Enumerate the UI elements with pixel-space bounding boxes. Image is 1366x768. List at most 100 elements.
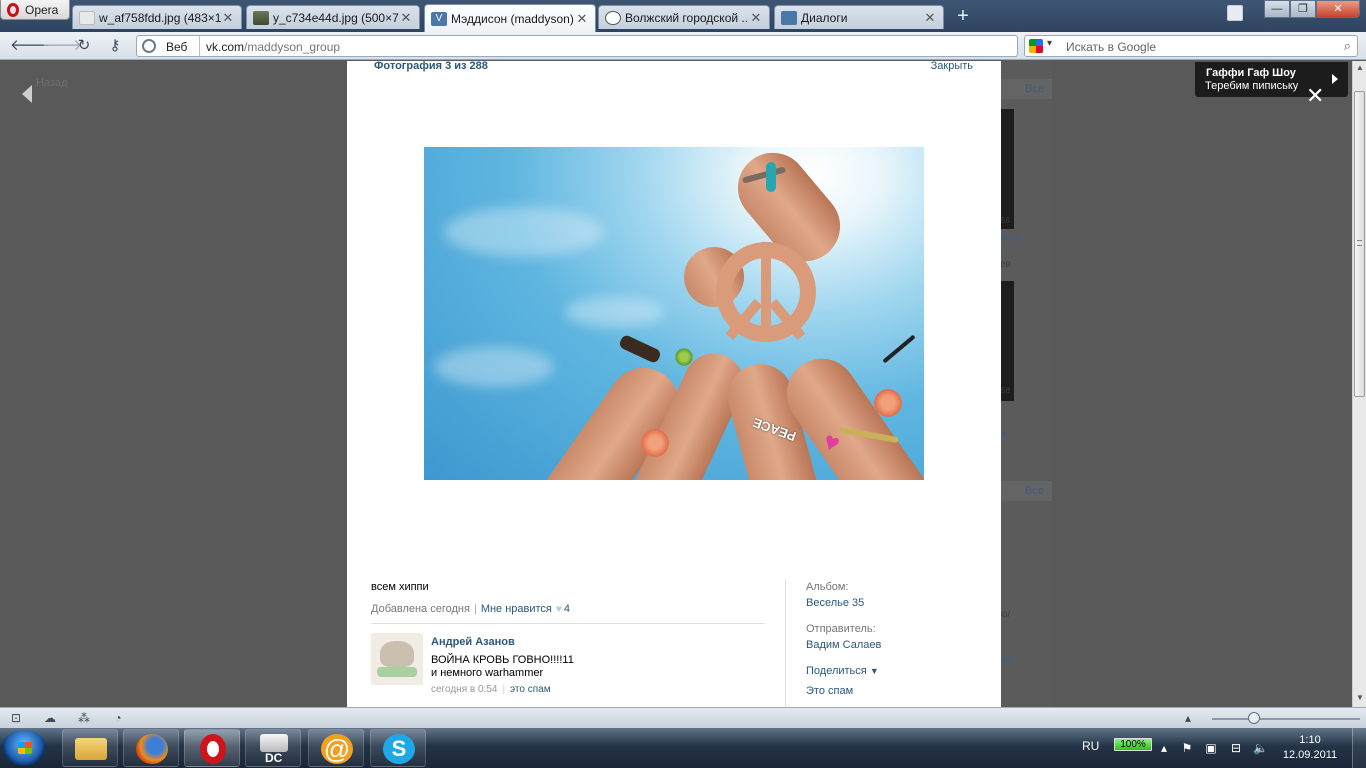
tab-close-icon[interactable]: ✕ [575, 11, 589, 27]
back-chevron-icon[interactable] [22, 85, 32, 103]
back-label[interactable]: Назад [36, 77, 68, 89]
close-window-button[interactable]: ✕ [1316, 0, 1360, 18]
search-field[interactable]: ▾ Искать в Google ⌕ [1024, 35, 1358, 57]
taskbar-skype[interactable]: S [370, 729, 426, 767]
tab-maddyson[interactable]: V Мэддисон (maddyson)... ✕ [424, 4, 596, 32]
zoom-slider[interactable] [1212, 718, 1360, 720]
tab-volzhsky[interactable]: Волжский городской ... ✕ [598, 5, 770, 29]
all-link-2[interactable]: Все [1025, 485, 1044, 497]
clock[interactable]: 1:10 12.09.2011 [1275, 733, 1345, 763]
vk-chat-icon [781, 10, 797, 25]
avatar[interactable] [371, 633, 423, 685]
unite-icon[interactable]: ⁂ [76, 711, 92, 725]
like-button[interactable]: Мне нравится [481, 603, 552, 615]
page-viewport: Назад Все 56 ence ] ев 58 й Все ю/ ий Фо… [0, 61, 1352, 707]
dc-hub-icon [260, 734, 288, 752]
background-snippet: 56 [1001, 216, 1010, 225]
turbo-icon[interactable]: ◔ [110, 711, 126, 725]
close-viewer-link[interactable]: Закрыть [931, 61, 973, 72]
action-center-flag-icon[interactable]: ⚑ [1180, 741, 1194, 755]
show-desktop-button[interactable] [1352, 728, 1366, 768]
report-spam-link[interactable]: это спам [510, 684, 551, 695]
background-sidebar: Все 56 ence ] ев 58 й Все ю/ ий [1000, 61, 1052, 707]
tab-close-icon[interactable]: ✕ [399, 10, 413, 26]
comment-line: и немного warhammer [431, 667, 544, 679]
scrollbar-thumb[interactable] [1354, 91, 1365, 397]
report-spam-link[interactable]: Это спам [806, 685, 976, 697]
meta-separator: | [473, 603, 477, 615]
address-field[interactable]: Веб vk.com/maddyson_group [136, 35, 1018, 57]
maximize-button[interactable]: ❐ [1290, 0, 1316, 18]
minimize-button[interactable]: — [1264, 0, 1290, 18]
notification-title: Гаффи Гаф Шоу [1206, 67, 1296, 79]
taskbar-explorer[interactable] [62, 729, 118, 767]
all-link-1[interactable]: Все [1025, 83, 1044, 95]
tab-image-2[interactable]: y_c734e44d.jpg (500×7... ✕ [246, 5, 420, 29]
search-placeholder: Искать в Google [1066, 40, 1157, 54]
bracelet-charm-shape [766, 162, 776, 192]
tab-close-icon[interactable]: ✕ [923, 10, 937, 26]
photo-viewer: Фотография 3 из 288 Закрыть PEACE ♥ всем… [347, 61, 1001, 707]
forward-arrow-icon[interactable]: 🡒 [42, 37, 82, 55]
tab-close-icon[interactable]: ✕ [221, 10, 235, 26]
network-icon[interactable]: ⊟ [1229, 741, 1243, 755]
taskbar-mail-agent[interactable]: @ [308, 729, 364, 767]
background-snippet: ence [1000, 233, 1022, 244]
view-up-icon[interactable]: ▴ [1180, 711, 1196, 725]
scroll-down-icon[interactable]: ▼ [1355, 693, 1365, 702]
opera-menu-button[interactable]: Opera [0, 0, 70, 20]
chevron-down-icon[interactable]: ▾ [1047, 38, 1052, 49]
trash-icon[interactable] [1227, 5, 1243, 21]
added-date: Добавлена сегодня [371, 603, 470, 615]
start-button[interactable] [2, 730, 46, 766]
page-scrollbar[interactable]: ▲ ▼ [1352, 61, 1366, 707]
clock-time: 1:10 [1299, 734, 1321, 746]
windows-logo-icon [18, 742, 32, 754]
folder-icon [75, 738, 107, 760]
navigation-bar: 🡐 🡒 ↻ ⚷ Веб vk.com/maddyson_group ▾ Иска… [0, 32, 1366, 60]
taskbar-dc[interactable]: DC [245, 729, 301, 767]
battery-indicator[interactable]: 100% [1114, 738, 1152, 751]
share-button[interactable]: Поделиться ▼ [806, 665, 976, 677]
tab-image-1[interactable]: w_af758fdd.jpg (483×1... ✕ [72, 5, 242, 29]
photo-image[interactable]: PEACE ♥ [424, 147, 924, 480]
panel-toggle-icon[interactable]: ⊡ [8, 711, 24, 725]
back-arrow-icon[interactable]: 🡐 [10, 37, 50, 55]
address-mode-label: Веб [166, 40, 188, 54]
album-link[interactable]: Веселье 35 [806, 597, 976, 609]
volume-icon[interactable]: 🔈 [1253, 741, 1268, 755]
comment-author[interactable]: Андрей Азанов [431, 636, 515, 648]
close-icon[interactable]: ✕ [1306, 83, 1324, 109]
reload-icon[interactable]: ↻ [75, 37, 93, 55]
address-host: vk.com [206, 40, 245, 54]
cloud-icon[interactable]: ☁ [42, 711, 58, 725]
wand-key-icon[interactable]: ⚷ [106, 37, 124, 55]
tab-title: Волжский городской ... [625, 10, 749, 25]
language-indicator[interactable]: RU [1082, 739, 1099, 768]
photo-counter: Фотография 3 из 288 [374, 61, 488, 72]
heart-icon[interactable]: ♥ [556, 604, 562, 615]
flower-shape [872, 387, 904, 419]
new-tab-button[interactable]: + [953, 6, 973, 27]
device-icon[interactable]: ▣ [1204, 741, 1218, 755]
photo-meta: Добавлена сегодня | Мне нравится ♥ 4 [371, 603, 570, 615]
cloud-shape [434, 347, 554, 387]
search-icon[interactable]: ⌕ [1344, 38, 1351, 54]
address-text[interactable]: vk.com/maddyson_group [206, 40, 340, 54]
taskbar-opera[interactable] [184, 729, 240, 767]
taskbar-firefox[interactable] [123, 729, 179, 767]
window-controls: — ❐ ✕ [1264, 0, 1360, 18]
comment-meta: сегодня в 0:54 | это спам [431, 684, 551, 695]
notification-popup[interactable]: Гаффи Гаф Шоу Теребим пипиську [1195, 62, 1348, 97]
play-icon[interactable] [1332, 74, 1338, 84]
opera-icon [200, 734, 226, 764]
grip-icon [1357, 240, 1362, 246]
tab-title: Мэддисон (maddyson)... [451, 11, 575, 26]
scroll-up-icon[interactable]: ▲ [1355, 63, 1365, 72]
sender-link[interactable]: Вадим Салаев [806, 639, 976, 651]
tab-dialogs[interactable]: Диалоги ✕ [774, 5, 944, 29]
google-icon[interactable] [1029, 39, 1043, 53]
zoom-slider-handle[interactable] [1248, 712, 1260, 724]
tab-close-icon[interactable]: ✕ [749, 10, 763, 26]
show-hidden-icons-icon[interactable]: ▴ [1157, 741, 1171, 755]
